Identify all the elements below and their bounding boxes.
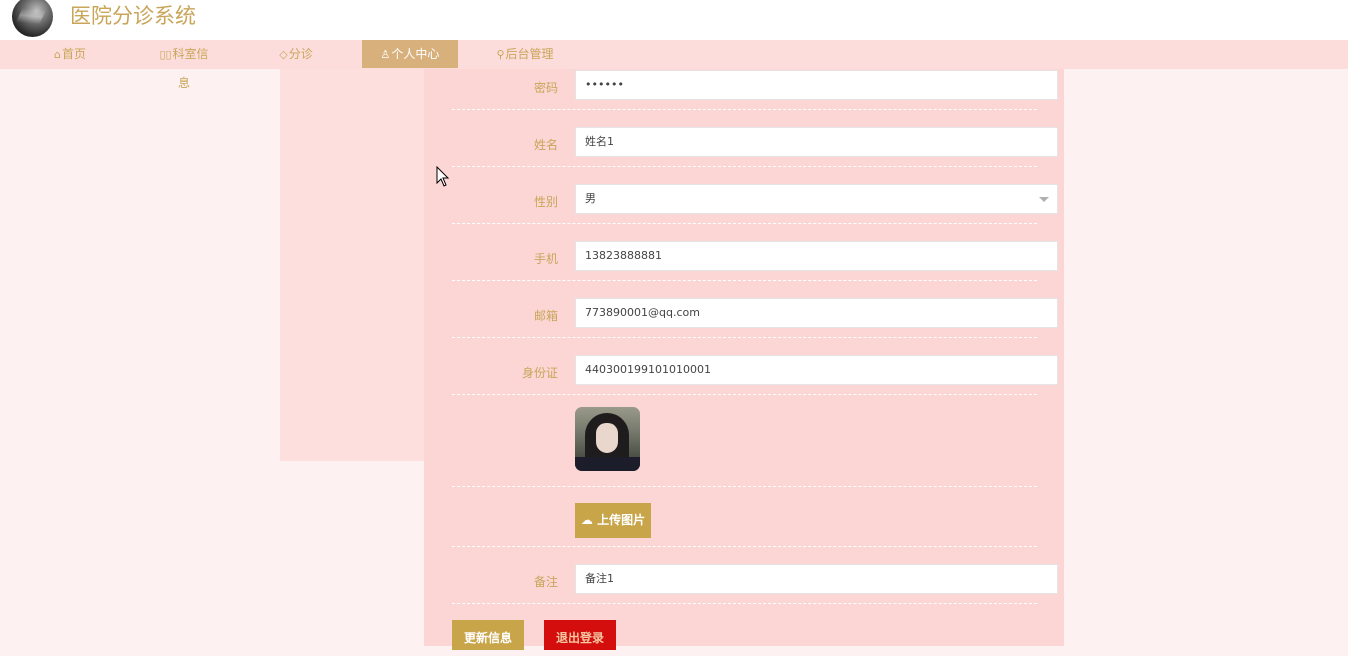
gender-select[interactable]: 男 xyxy=(575,184,1058,214)
email-label: 邮箱 xyxy=(533,309,558,323)
nav-item-triage[interactable]: ◇分诊 xyxy=(278,40,314,68)
logo-avatar xyxy=(12,0,53,37)
form-row-avatar xyxy=(452,395,1037,487)
avatar-shirt xyxy=(575,457,640,471)
email-field[interactable]: 773890001@qq.com xyxy=(575,298,1058,328)
form-row-upload: ☁ 上传图片 xyxy=(452,487,1037,547)
nav-label: 后台管理 xyxy=(505,47,554,61)
form-row-remark: 备注 备注1 xyxy=(452,547,1058,604)
gender-value: 男 xyxy=(585,192,596,205)
tag-icon: ◇ xyxy=(279,48,288,61)
idcard-field[interactable]: 440300199101010001 xyxy=(575,355,1058,385)
site-title: 医院分诊系统 xyxy=(70,4,196,28)
upload-image-button[interactable]: ☁ 上传图片 xyxy=(575,503,651,538)
nav-label: 科室信息 xyxy=(172,47,209,90)
idcard-label: 身份证 xyxy=(521,366,558,380)
chevron-down-icon xyxy=(1039,197,1049,202)
avatar xyxy=(575,407,640,471)
password-field[interactable]: •••••• xyxy=(575,70,1058,100)
header: 医院分诊系统 xyxy=(0,0,1348,40)
name-field[interactable]: 姓名1 xyxy=(575,127,1058,157)
nav-label: 首页 xyxy=(61,47,86,61)
link-icon: ⚲ xyxy=(496,48,505,61)
nav-item-departments[interactable]: ▯▯科室信息 xyxy=(154,40,214,90)
home-icon: ⌂ xyxy=(54,48,61,61)
nav-item-home[interactable]: ⌂首页 xyxy=(52,40,88,68)
mouse-cursor-icon xyxy=(436,166,450,187)
upload-label: 上传图片 xyxy=(597,513,646,527)
remark-label: 备注 xyxy=(533,575,558,589)
form-row-password: 密码 •••••• xyxy=(452,69,1058,110)
form-row-gender: 性别 男 xyxy=(452,167,1058,224)
avatar-face xyxy=(596,423,618,453)
profile-form: 密码 •••••• 姓名 姓名1 性别 男 手机 13823888881 邮箱 … xyxy=(424,69,1064,650)
name-label: 姓名 xyxy=(533,138,558,152)
form-row-phone: 手机 13823888881 xyxy=(452,224,1058,281)
form-row-name: 姓名 姓名1 xyxy=(452,110,1058,167)
nav-item-personal-center[interactable]: ♙个人中心 xyxy=(362,40,458,68)
side-panel xyxy=(280,69,424,461)
remark-field[interactable]: 备注1 xyxy=(575,564,1058,594)
user-icon: ♙ xyxy=(380,48,391,61)
form-row-idcard: 身份证 440300199101010001 xyxy=(452,338,1058,395)
phone-field[interactable]: 13823888881 xyxy=(575,241,1058,271)
nav-label: 个人中心 xyxy=(391,47,440,61)
columns-icon: ▯▯ xyxy=(159,48,172,61)
password-label: 密码 xyxy=(533,81,558,95)
top-nav: ⌂首页 ▯▯科室信息 ◇分诊 ♙个人中心 ⚲后台管理 xyxy=(0,40,1348,90)
cloud-upload-icon: ☁ xyxy=(580,513,593,527)
phone-label: 手机 xyxy=(533,252,558,266)
form-row-email: 邮箱 773890001@qq.com xyxy=(452,281,1058,338)
nav-item-admin[interactable]: ⚲后台管理 xyxy=(495,40,555,68)
gender-label: 性别 xyxy=(533,195,558,209)
nav-label: 分诊 xyxy=(288,47,313,61)
